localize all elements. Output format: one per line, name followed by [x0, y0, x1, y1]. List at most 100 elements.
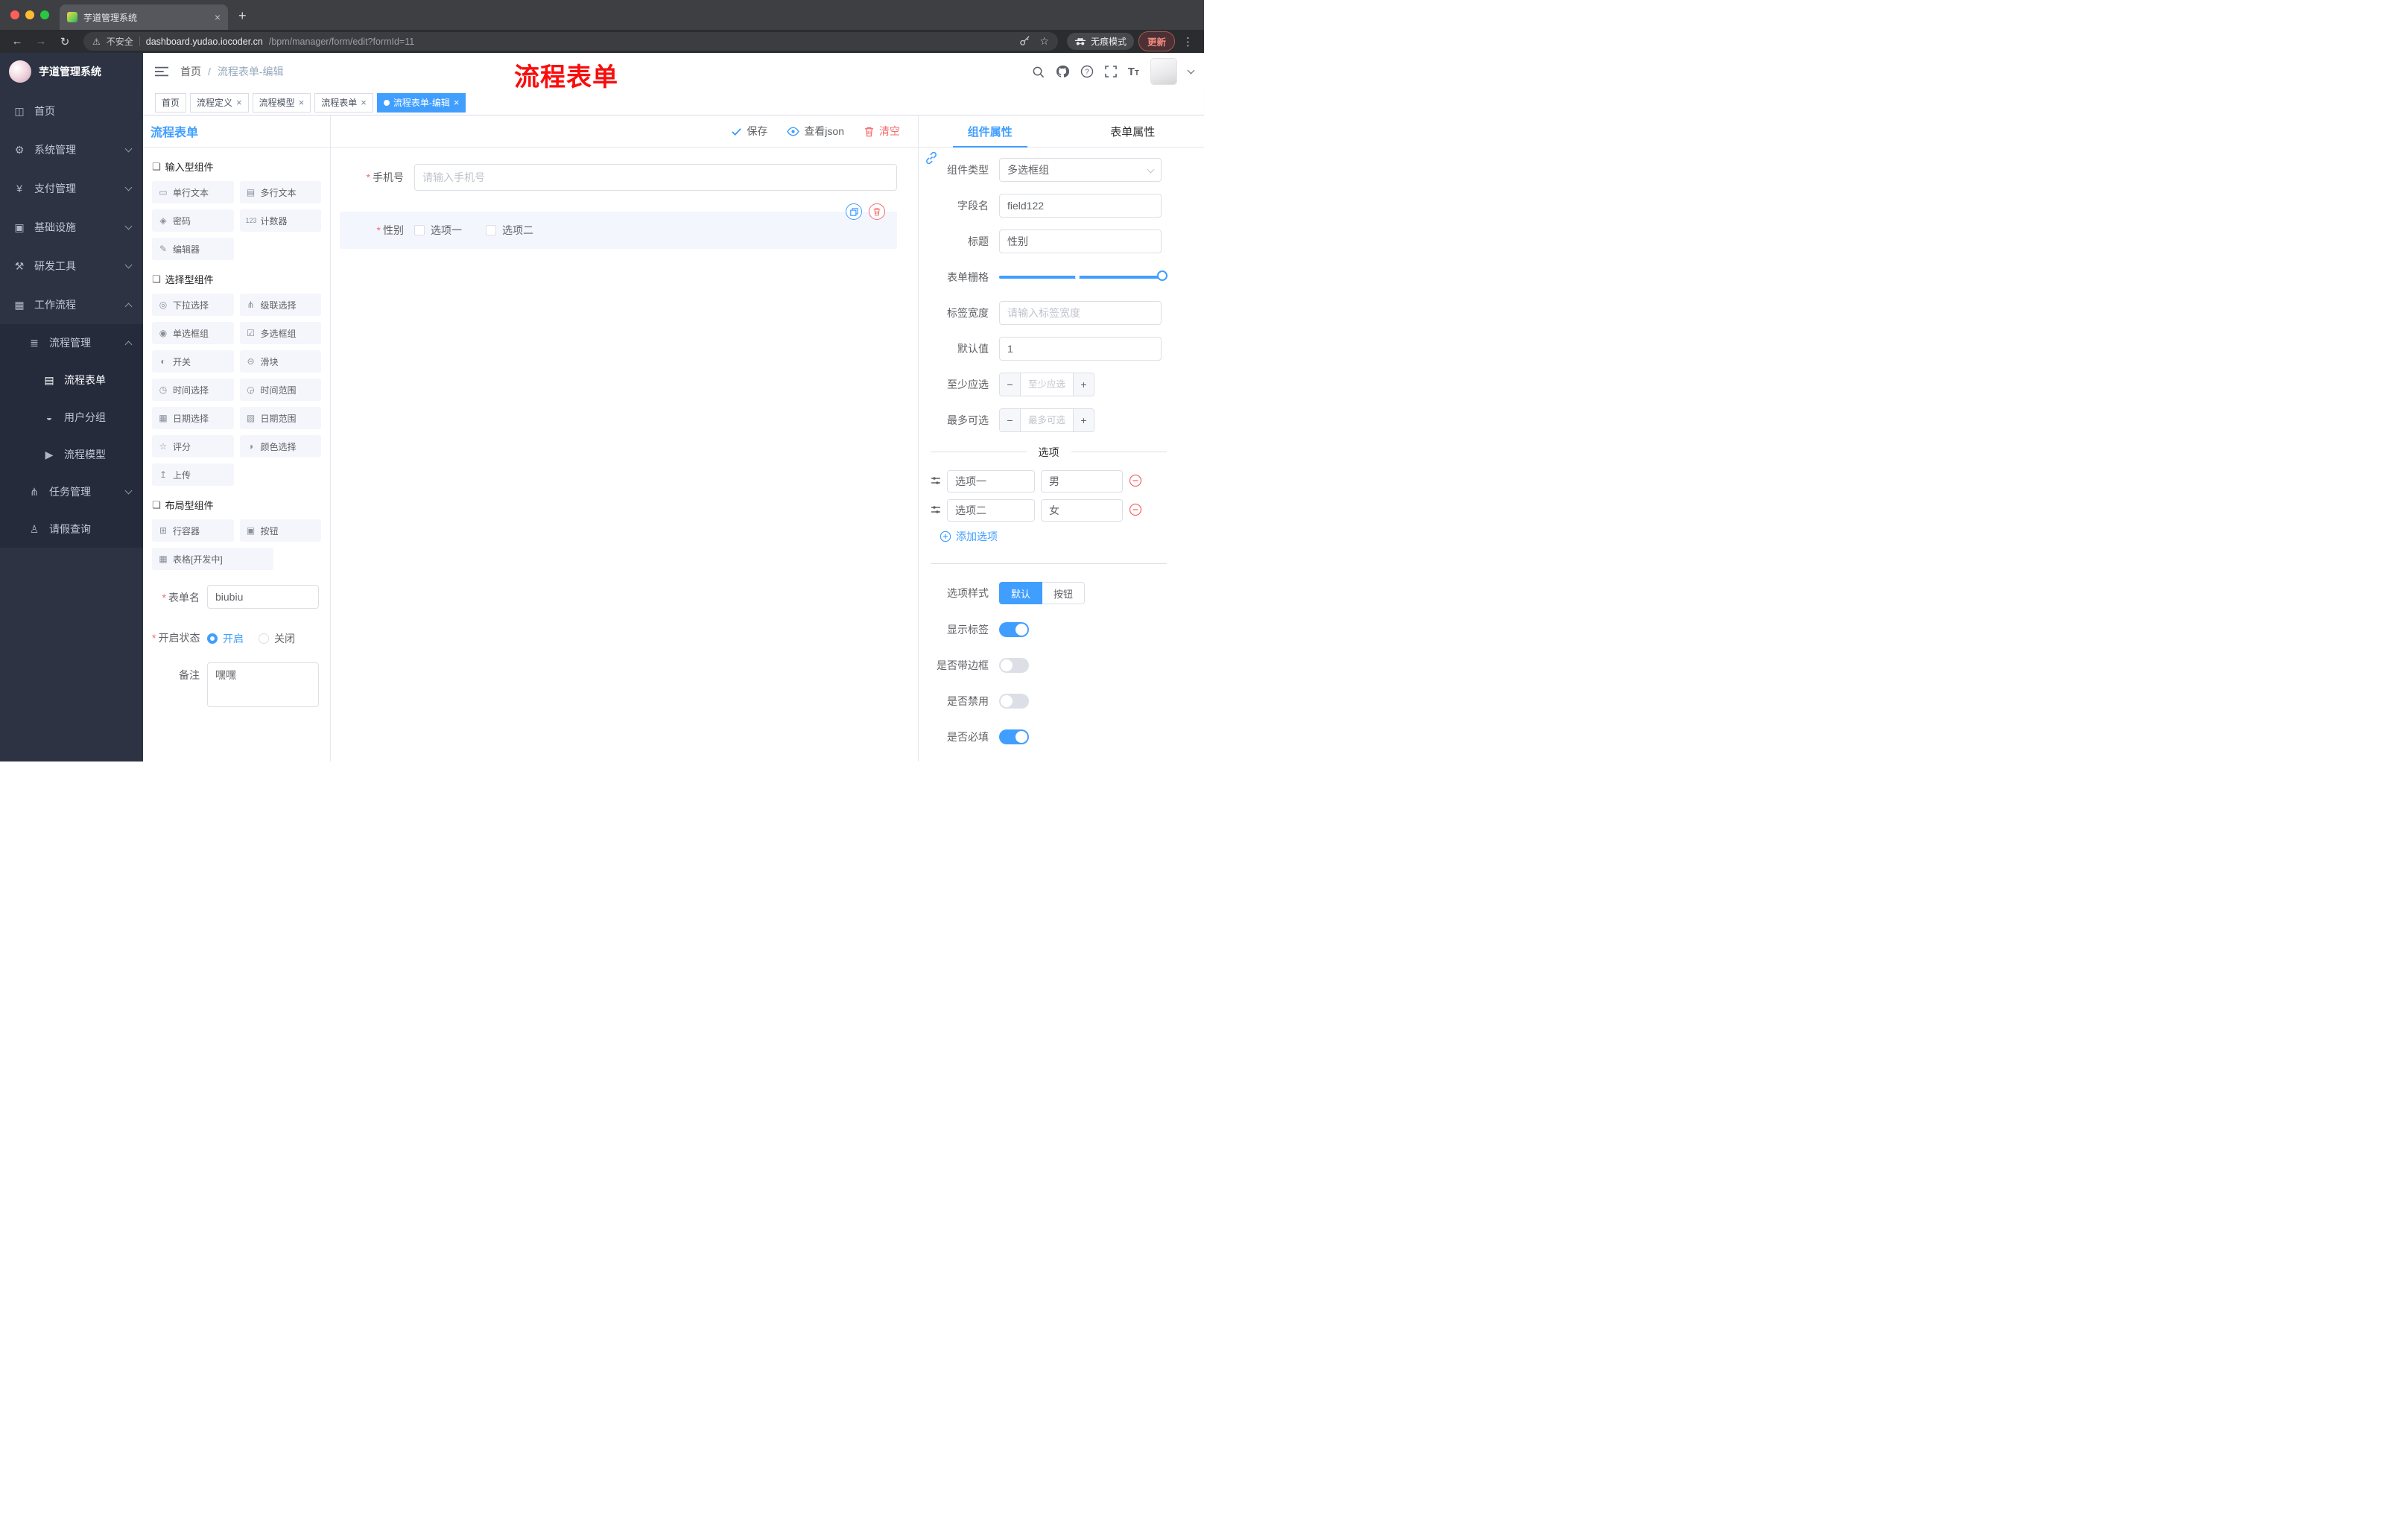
minus-icon[interactable]: −	[1000, 373, 1021, 396]
sidebar-item-system[interactable]: ⚙ 系统管理	[0, 130, 143, 169]
palette-item-editor[interactable]: ✎ 编辑器	[152, 238, 234, 260]
delete-icon[interactable]	[869, 203, 885, 220]
fullscreen-icon[interactable]	[1104, 66, 1117, 77]
clear-button[interactable]: 清空	[864, 124, 900, 139]
palette-item-checkbox-group[interactable]: ☑ 多选框组	[239, 322, 321, 344]
default-value-input[interactable]	[999, 337, 1162, 361]
gender-option-2[interactable]: 选项二	[486, 223, 533, 238]
close-icon[interactable]: ×	[454, 98, 460, 107]
minimize-window-button[interactable]	[25, 10, 34, 19]
breadcrumb-home[interactable]: 首页	[180, 64, 201, 79]
show-label-switch[interactable]	[999, 622, 1029, 637]
canvas-field-phone[interactable]: 手机号	[340, 164, 897, 191]
required-switch[interactable]	[999, 729, 1029, 744]
sidebar-item-leave-query[interactable]: ♙ 请假查询	[0, 510, 143, 548]
forward-icon[interactable]: →	[31, 35, 51, 48]
canvas-field-gender[interactable]: 性别 选项一 选项二	[340, 203, 897, 249]
palette-item-radio-group[interactable]: ◉ 单选框组	[152, 322, 234, 344]
security-label[interactable]: 不安全	[107, 35, 133, 48]
tab-form-props[interactable]: 表单属性	[1062, 115, 1205, 147]
sidebar-item-process-model[interactable]: ▶ 流程模型	[0, 436, 143, 473]
drag-handle-icon[interactable]	[931, 504, 941, 517]
copy-icon[interactable]	[846, 203, 862, 220]
palette-item-table[interactable]: ▦ 表格[开发中]	[152, 548, 274, 570]
palette-item-color-picker[interactable]: ◑ 颜色选择	[239, 435, 321, 457]
sidebar-item-devtools[interactable]: ⚒ 研发工具	[0, 247, 143, 285]
grid-slider[interactable]	[999, 270, 1167, 281]
sidebar-item-workflow[interactable]: ▦ 工作流程	[0, 285, 143, 324]
minus-icon[interactable]: −	[1000, 409, 1021, 431]
palette-item-select[interactable]: ◎ 下拉选择	[152, 294, 234, 316]
key-icon[interactable]	[1019, 35, 1030, 48]
new-tab-button[interactable]: +	[238, 8, 247, 24]
palette-item-upload[interactable]: ↥ 上传	[152, 463, 234, 486]
save-button[interactable]: 保存	[731, 124, 767, 139]
palette-item-row-container[interactable]: ⊞ 行容器	[152, 519, 234, 542]
border-switch[interactable]	[999, 658, 1029, 673]
palette-item-rate[interactable]: ☆ 评分	[152, 435, 234, 457]
close-icon[interactable]: ×	[236, 98, 242, 107]
component-type-select[interactable]: 多选框组	[999, 158, 1162, 182]
drag-handle-icon[interactable]	[931, 475, 941, 488]
tag-process-form-edit[interactable]: 流程表单-编辑 ×	[376, 92, 466, 113]
option-label-input[interactable]	[947, 499, 1035, 522]
sidebar-item-infra[interactable]: ▣ 基础设施	[0, 208, 143, 247]
address-bar[interactable]: ⚠ 不安全 dashboard.yudao.iocoder.cn/bpm/man…	[83, 32, 1058, 51]
search-icon[interactable]	[1032, 66, 1045, 78]
tag-process-form[interactable]: 流程表单 ×	[314, 92, 373, 113]
gender-option-1[interactable]: 选项一	[414, 223, 462, 238]
avatar[interactable]	[1150, 58, 1177, 85]
palette-item-button[interactable]: ▣ 按钮	[239, 519, 321, 542]
close-icon[interactable]: ×	[299, 98, 305, 107]
style-button-button[interactable]: 按钮	[1042, 582, 1086, 604]
max-select-input[interactable]	[1021, 409, 1073, 431]
update-button[interactable]: 更新	[1138, 31, 1175, 51]
remark-textarea[interactable]: 嘿嘿	[207, 662, 319, 707]
add-option-button[interactable]: 添加选项	[940, 529, 1167, 544]
status-radio-on[interactable]: 开启	[207, 631, 244, 646]
maximize-window-button[interactable]	[40, 10, 49, 19]
github-icon[interactable]	[1056, 65, 1069, 78]
browser-menu-icon[interactable]: ⋮	[1179, 35, 1197, 48]
view-json-button[interactable]: 查看json	[787, 124, 844, 139]
palette-item-counter[interactable]: 123 计数器	[239, 209, 321, 232]
sidebar-item-task-mgmt[interactable]: ⋔ 任务管理	[0, 473, 143, 510]
sidebar-item-payment[interactable]: ¥ 支付管理	[0, 169, 143, 208]
collapse-sidebar-icon[interactable]	[143, 66, 180, 77]
palette-item-date-picker[interactable]: ▦ 日期选择	[152, 407, 234, 429]
help-icon[interactable]: ?	[1080, 65, 1094, 78]
sidebar-item-user-group[interactable]: ◒ 用户分组	[0, 399, 143, 436]
palette-item-switch[interactable]: ◐ 开关	[152, 350, 234, 373]
sidebar-item-process-form[interactable]: ▤ 流程表单	[0, 361, 143, 399]
font-size-icon[interactable]: TT	[1128, 66, 1139, 78]
remove-option-icon[interactable]	[1129, 474, 1142, 490]
tag-process-model[interactable]: 流程模型 ×	[252, 92, 311, 113]
tag-process-definition[interactable]: 流程定义 ×	[190, 92, 249, 113]
title-input[interactable]	[999, 229, 1162, 253]
min-select-input[interactable]	[1021, 373, 1073, 396]
palette-item-date-range[interactable]: ▧ 日期范围	[239, 407, 321, 429]
plus-icon[interactable]: +	[1073, 409, 1094, 431]
close-window-button[interactable]	[10, 10, 19, 19]
avatar-dropdown-icon[interactable]	[1187, 66, 1195, 74]
close-icon[interactable]: ×	[361, 98, 367, 107]
browser-tab[interactable]: 芋道管理系统 ×	[60, 4, 228, 30]
bookmark-star-icon[interactable]: ☆	[1039, 35, 1049, 48]
palette-item-single-text[interactable]: ▭ 单行文本	[152, 181, 234, 203]
slider-handle[interactable]	[1157, 270, 1167, 281]
palette-item-cascader[interactable]: ⋔ 级联选择	[239, 294, 321, 316]
option-value-input[interactable]	[1041, 499, 1123, 522]
sidebar-item-home[interactable]: ◫ 首页	[0, 92, 143, 130]
reload-icon[interactable]: ↻	[55, 35, 75, 48]
field-name-input[interactable]	[999, 194, 1162, 218]
disabled-switch[interactable]	[999, 694, 1029, 709]
tab-component-props[interactable]: 组件属性	[919, 115, 1062, 148]
palette-item-multi-text[interactable]: ▤ 多行文本	[239, 181, 321, 203]
back-icon[interactable]: ←	[7, 35, 27, 48]
palette-item-slider[interactable]: ⊝ 滑块	[239, 350, 321, 373]
label-width-input[interactable]	[999, 301, 1162, 325]
tag-home[interactable]: 首页	[155, 92, 187, 113]
remove-option-icon[interactable]	[1129, 503, 1142, 519]
palette-item-time-range[interactable]: ◶ 时间范围	[239, 379, 321, 401]
tab-close-icon[interactable]: ×	[215, 12, 221, 22]
